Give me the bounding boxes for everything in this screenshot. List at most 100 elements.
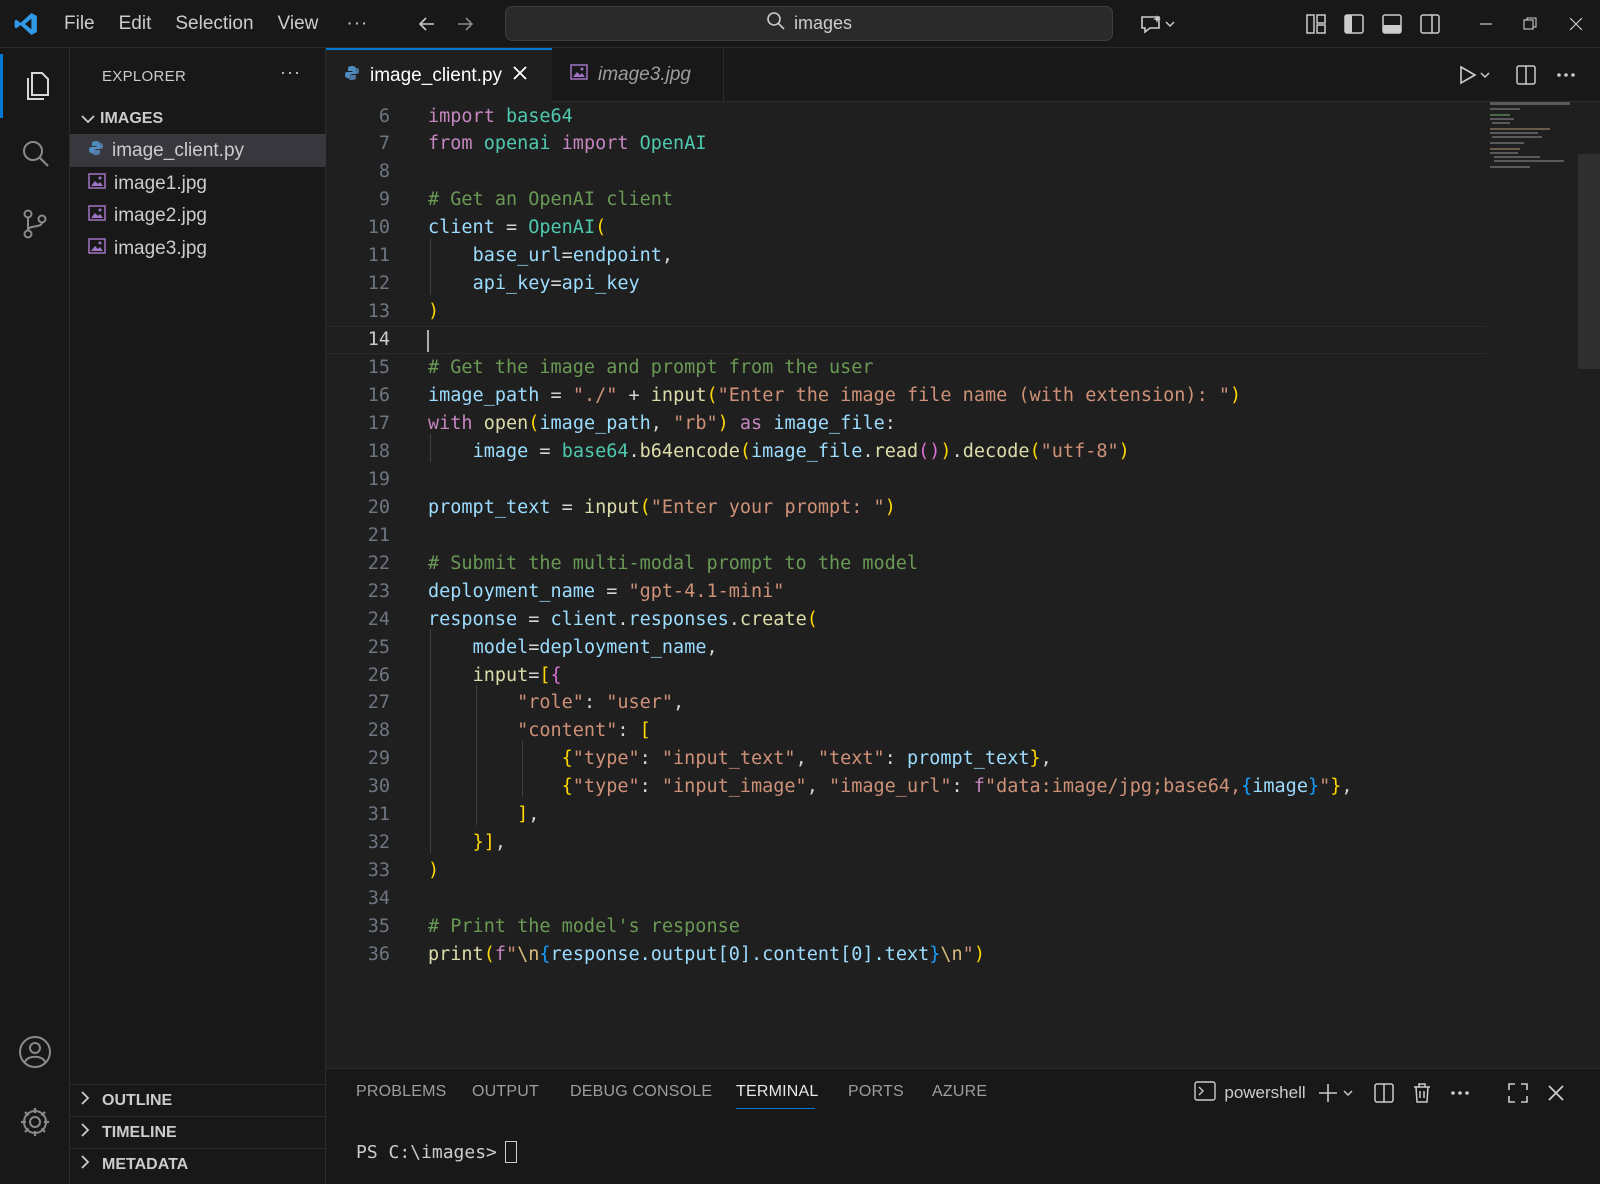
close-window-icon[interactable] bbox=[1556, 0, 1596, 48]
code-line[interactable]: 29 {"type": "input_text", "text": prompt… bbox=[326, 745, 1486, 773]
section-metadata[interactable]: METADATA bbox=[70, 1148, 326, 1180]
panel-tab-debug-console[interactable]: DEBUG CONSOLE bbox=[570, 1083, 712, 1101]
terminal-instance-selector[interactable]: powershell bbox=[1192, 1075, 1308, 1111]
split-terminal-icon[interactable] bbox=[1366, 1075, 1402, 1111]
line-number: 30 bbox=[367, 776, 390, 798]
code-line[interactable]: 21 bbox=[326, 521, 1486, 549]
menu-selection[interactable]: Selection bbox=[163, 0, 265, 48]
accounts-icon[interactable] bbox=[0, 1020, 70, 1084]
code-line[interactable]: 6 import base64 bbox=[326, 102, 1486, 130]
file-item-image1[interactable]: image1.jpg bbox=[70, 167, 326, 200]
split-editor-icon[interactable] bbox=[1506, 48, 1546, 102]
code-line[interactable]: 8 bbox=[326, 158, 1486, 186]
code-line[interactable]: 22 # Submit the multi-modal prompt to the… bbox=[326, 549, 1486, 577]
toggle-primary-sidebar-icon[interactable] bbox=[1338, 0, 1370, 48]
line-code: prompt_text = input("Enter your prompt: … bbox=[428, 496, 896, 518]
tab-image-client[interactable]: image_client.py bbox=[326, 48, 552, 102]
code-line[interactable]: 13) bbox=[326, 298, 1486, 326]
code-line[interactable]: 7 from openai import OpenAI bbox=[326, 130, 1486, 158]
line-number: 6 bbox=[378, 105, 390, 127]
file-item-image2[interactable]: image2.jpg bbox=[70, 199, 326, 232]
code-line[interactable]: 14 bbox=[326, 325, 1486, 354]
section-outline[interactable]: OUTLINE bbox=[70, 1084, 326, 1116]
run-python-file-icon[interactable] bbox=[1450, 48, 1500, 102]
section-timeline[interactable]: TIMELINE bbox=[70, 1116, 326, 1148]
panel-tab-output[interactable]: OUTPUT bbox=[472, 1083, 539, 1101]
code-line[interactable]: 25 model=deployment_name, bbox=[326, 633, 1486, 661]
code-line[interactable]: 24 response = client.responses.create( bbox=[326, 605, 1486, 633]
minimize-icon[interactable] bbox=[1466, 0, 1506, 48]
editor-scrollbar[interactable] bbox=[1578, 102, 1600, 1068]
code-line[interactable]: 27 "role": "user", bbox=[326, 689, 1486, 717]
code-line[interactable]: 31 ], bbox=[326, 801, 1486, 829]
back-arrow-icon[interactable] bbox=[408, 0, 446, 48]
command-center-search[interactable]: images bbox=[505, 6, 1113, 41]
menu-view[interactable]: View bbox=[266, 0, 331, 48]
panel-tab-problems[interactable]: PROBLEMS bbox=[356, 1083, 447, 1101]
new-terminal-icon[interactable] bbox=[1316, 1075, 1360, 1111]
forward-arrow-icon[interactable] bbox=[446, 0, 484, 48]
code-line[interactable]: 36 print(f"\n{response.output[0].content[… bbox=[326, 941, 1486, 969]
panel-tab-azure[interactable]: AZURE bbox=[932, 1083, 987, 1101]
source-control-icon[interactable] bbox=[0, 192, 70, 256]
file-item-image3[interactable]: image3.jpg bbox=[70, 232, 326, 265]
code-line[interactable]: 19 bbox=[326, 465, 1486, 493]
bottom-panel: PROBLEMS OUTPUT DEBUG CONSOLE TERMINAL P… bbox=[326, 1068, 1600, 1184]
customize-layout-icon[interactable] bbox=[1300, 0, 1332, 48]
line-code: image = base64.b64encode(image_file.read… bbox=[472, 440, 1130, 462]
code-line[interactable]: 32 }], bbox=[326, 829, 1486, 857]
toggle-panel-icon[interactable] bbox=[1376, 0, 1408, 48]
code-line[interactable]: 20 prompt_text = input("Enter your prompt… bbox=[326, 493, 1486, 521]
menu-more-button[interactable]: ··· bbox=[330, 13, 384, 35]
close-panel-icon[interactable] bbox=[1538, 1075, 1574, 1111]
scrollbar-thumb[interactable] bbox=[1578, 154, 1600, 369]
code-line[interactable]: 23 deployment_name = "gpt-4.1-mini" bbox=[326, 577, 1486, 605]
folder-images[interactable]: IMAGES bbox=[70, 105, 326, 133]
restore-icon[interactable] bbox=[1510, 0, 1550, 48]
code-line[interactable]: 11 base_url=endpoint, bbox=[326, 242, 1486, 270]
code-line[interactable]: 30 {"type": "input_image", "image_url": … bbox=[326, 773, 1486, 801]
code-line[interactable]: 35 # Print the model's response bbox=[326, 913, 1486, 941]
editor-more-actions-icon[interactable] bbox=[1546, 48, 1586, 102]
code-line[interactable]: 18 image = base64.b64encode(image_file.r… bbox=[326, 437, 1486, 465]
explorer-icon[interactable] bbox=[0, 54, 70, 118]
close-icon[interactable] bbox=[512, 65, 528, 87]
code-line[interactable]: 16 image_path = "./" + input("Enter the i… bbox=[326, 382, 1486, 410]
toggle-secondary-sidebar-icon[interactable] bbox=[1414, 0, 1446, 48]
line-number: 12 bbox=[367, 273, 390, 295]
panel-more-actions-icon[interactable] bbox=[1442, 1075, 1478, 1111]
file-item-image-client[interactable]: image_client.py bbox=[70, 134, 326, 167]
terminal-prompt-line[interactable]: PS C:\images> bbox=[356, 1141, 517, 1163]
code-line[interactable]: 17 with open(image_path, "rb") as image_f… bbox=[326, 409, 1486, 437]
python-file-icon bbox=[88, 140, 104, 162]
code-editor[interactable]: 6 import base64 7 from openai import OpenAI… bbox=[326, 102, 1600, 1068]
folder-label: IMAGES bbox=[100, 110, 164, 127]
line-number: 8 bbox=[378, 161, 390, 183]
menu-file[interactable]: File bbox=[52, 0, 107, 48]
code-line[interactable]: 9 # Get an OpenAI client bbox=[326, 186, 1486, 214]
editor-tab-bar: image_client.py image3.jpg bbox=[326, 48, 1600, 102]
line-code: model=deployment_name, bbox=[472, 636, 718, 658]
code-line[interactable]: 34 bbox=[326, 885, 1486, 913]
code-line[interactable]: 15 # Get the image and prompt from the us… bbox=[326, 354, 1486, 382]
minimap[interactable] bbox=[1490, 102, 1570, 172]
gear-icon[interactable] bbox=[0, 1090, 70, 1154]
code-line[interactable]: 26 input=[{ bbox=[326, 661, 1486, 689]
explorer-more-button[interactable]: ··· bbox=[280, 62, 301, 83]
code-line[interactable]: 33) bbox=[326, 857, 1486, 885]
maximize-panel-icon[interactable] bbox=[1500, 1075, 1536, 1111]
title-bar: File Edit Selection View ··· images bbox=[0, 0, 1600, 48]
panel-tab-ports[interactable]: PORTS bbox=[848, 1083, 904, 1101]
code-line[interactable]: 10 client = OpenAI( bbox=[326, 214, 1486, 242]
menu-edit[interactable]: Edit bbox=[107, 0, 164, 48]
copilot-chat-icon[interactable] bbox=[1128, 0, 1188, 48]
line-code: response = client.responses.create( bbox=[428, 608, 818, 630]
trash-icon[interactable] bbox=[1404, 1075, 1440, 1111]
tab-image3[interactable]: image3.jpg bbox=[552, 48, 724, 102]
text-cursor bbox=[427, 329, 429, 352]
image-file-icon bbox=[88, 237, 106, 260]
code-line[interactable]: 12 api_key=api_key bbox=[326, 270, 1486, 298]
search-view-icon[interactable] bbox=[0, 122, 70, 186]
panel-tab-terminal[interactable]: TERMINAL bbox=[736, 1083, 819, 1101]
code-line[interactable]: 28 "content": [ bbox=[326, 717, 1486, 745]
